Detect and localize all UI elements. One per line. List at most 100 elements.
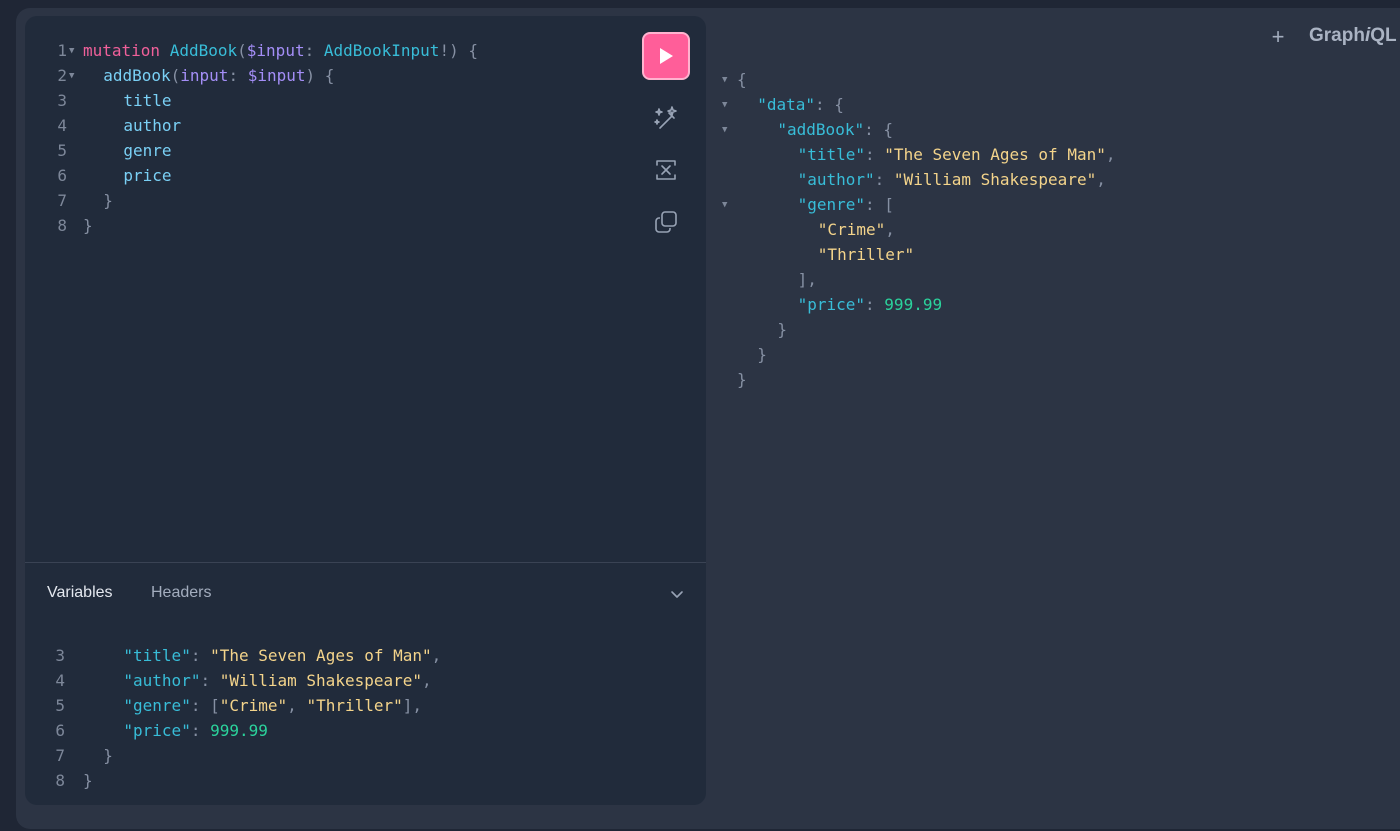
code-token: : {	[864, 120, 893, 139]
code-token: "The Seven Ages of Man"	[210, 646, 432, 665]
fold-toggle-icon[interactable]: ▼	[722, 93, 727, 118]
code-text: "title": "The Seven Ages of Man",	[798, 142, 1116, 167]
code-token: ,	[1105, 145, 1116, 164]
code-text: "Crime",	[818, 217, 895, 242]
editor-tools-divider	[25, 562, 706, 563]
code-token: 999.99	[210, 721, 268, 740]
code-token: "Thriller"	[817, 245, 915, 264]
code-text: "author": "William Shakespeare",	[798, 167, 1106, 192]
code-text: "genre": ["Crime", "Thriller"],	[123, 693, 422, 718]
code-line: 7}	[25, 743, 706, 768]
code-token: "price"	[123, 721, 191, 740]
code-line: "Crime",	[720, 217, 1320, 242]
editor-session: 1 ▼ mutation AddBook($input: AddBookInput!…	[25, 16, 706, 805]
code-token: :	[190, 646, 211, 665]
code-line: 1 ▼ mutation AddBook($input: AddBookInput!…	[25, 38, 625, 63]
code-token: "Thriller"	[306, 696, 403, 715]
code-token: : [	[190, 696, 220, 715]
line-number: 5	[57, 141, 67, 160]
code-token: "genre"	[123, 696, 191, 715]
copy-icon	[655, 211, 677, 233]
code-line: }	[720, 367, 1320, 392]
code-token: !) {	[439, 41, 478, 60]
code-token: }	[103, 746, 113, 765]
code-text: "data": {	[757, 92, 844, 117]
code-token: "data"	[757, 95, 815, 114]
code-text: }	[103, 188, 113, 213]
fold-toggle-icon[interactable]: ▼	[69, 64, 74, 89]
code-token: : {	[814, 95, 844, 114]
add-tab-button[interactable]: +	[1264, 25, 1292, 49]
code-token: ,	[287, 696, 307, 715]
graphiql-logo: GraphiQL	[1309, 24, 1397, 48]
tab-headers[interactable]: Headers	[151, 583, 211, 603]
code-text: }	[83, 213, 93, 238]
code-token: addBook	[103, 66, 171, 85]
play-icon	[660, 48, 673, 64]
code-token: ],	[797, 270, 817, 289]
code-text: genre	[123, 138, 171, 163]
code-token: "author"	[797, 170, 875, 189]
tab-variables[interactable]: Variables	[47, 583, 113, 603]
code-token: (	[237, 41, 247, 60]
code-token: "price"	[797, 295, 866, 314]
code-line: "title": "The Seven Ages of Man",	[720, 142, 1320, 167]
code-token: "William Shakespeare"	[893, 170, 1097, 189]
code-text: "price": 999.99	[123, 718, 268, 743]
code-token: "The Seven Ages of Man"	[884, 145, 1106, 164]
code-line: 3 title	[25, 88, 625, 113]
copy-query-button[interactable]	[651, 207, 681, 237]
code-token: ],	[402, 696, 423, 715]
code-token: "Crime"	[817, 220, 886, 239]
code-text: addBook(input: $input) {	[103, 63, 334, 88]
code-token: "author"	[123, 671, 201, 690]
query-editor[interactable]: 1 ▼ mutation AddBook($input: AddBookInput!…	[25, 16, 625, 556]
code-token: AddBook	[169, 41, 238, 60]
code-line: 8}	[25, 213, 625, 238]
code-line: 5 genre	[25, 138, 625, 163]
code-token: :	[200, 671, 220, 690]
code-token: :	[304, 41, 324, 60]
code-token: ,	[1096, 170, 1106, 189]
prettify-button[interactable]	[651, 103, 681, 133]
code-line: 5 "genre": ["Crime", "Thriller"],	[25, 693, 706, 718]
code-line: 4 author	[25, 113, 625, 138]
code-token: "genre"	[797, 195, 866, 214]
code-text: "price": 999.99	[798, 292, 943, 317]
fold-toggle-icon[interactable]: ▼	[722, 118, 727, 143]
code-line: }	[720, 317, 1320, 342]
line-number: 1	[57, 41, 67, 60]
run-query-button[interactable]	[642, 32, 690, 80]
line-number: 6	[57, 166, 67, 185]
code-token: mutation	[83, 41, 161, 60]
code-token: ,	[431, 646, 442, 665]
merge-fragments-button[interactable]	[651, 155, 681, 185]
fold-toggle-icon[interactable]: ▼	[722, 193, 727, 218]
code-line: 2 ▼ addBook(input: $input) {	[25, 63, 625, 88]
line-number: 3	[55, 646, 65, 665]
line-number: 5	[55, 696, 65, 715]
code-text: }	[83, 768, 93, 793]
code-token: }	[83, 771, 93, 790]
code-token: ,	[422, 671, 432, 690]
variables-editor[interactable]: 3 "title": "The Seven Ages of Man", 4 "auth…	[25, 643, 706, 803]
code-token: {	[737, 70, 747, 89]
toggle-editor-tools-button[interactable]	[665, 582, 689, 606]
code-line: 4 "author": "William Shakespeare",	[25, 668, 706, 693]
code-token: "Crime"	[219, 696, 288, 715]
code-text: "Thriller"	[818, 242, 914, 267]
code-text: }	[777, 317, 787, 342]
code-line: 6 price	[25, 163, 625, 188]
code-text: "genre": [	[798, 192, 894, 217]
fold-toggle-icon[interactable]: ▼	[69, 39, 74, 64]
response-viewer: ▼{▼ "data": {▼ "addBook": {"title": "The S…	[720, 67, 1320, 397]
code-line: }	[720, 342, 1320, 367]
code-token: genre	[123, 141, 172, 160]
code-line: "price": 999.99	[720, 292, 1320, 317]
logo-prefix: Graph	[1309, 25, 1365, 46]
code-token: :	[865, 295, 885, 314]
code-text: }	[103, 743, 113, 768]
fold-toggle-icon[interactable]: ▼	[722, 68, 727, 93]
magic-wand-icon	[654, 106, 677, 129]
code-line: "Thriller"	[720, 242, 1320, 267]
